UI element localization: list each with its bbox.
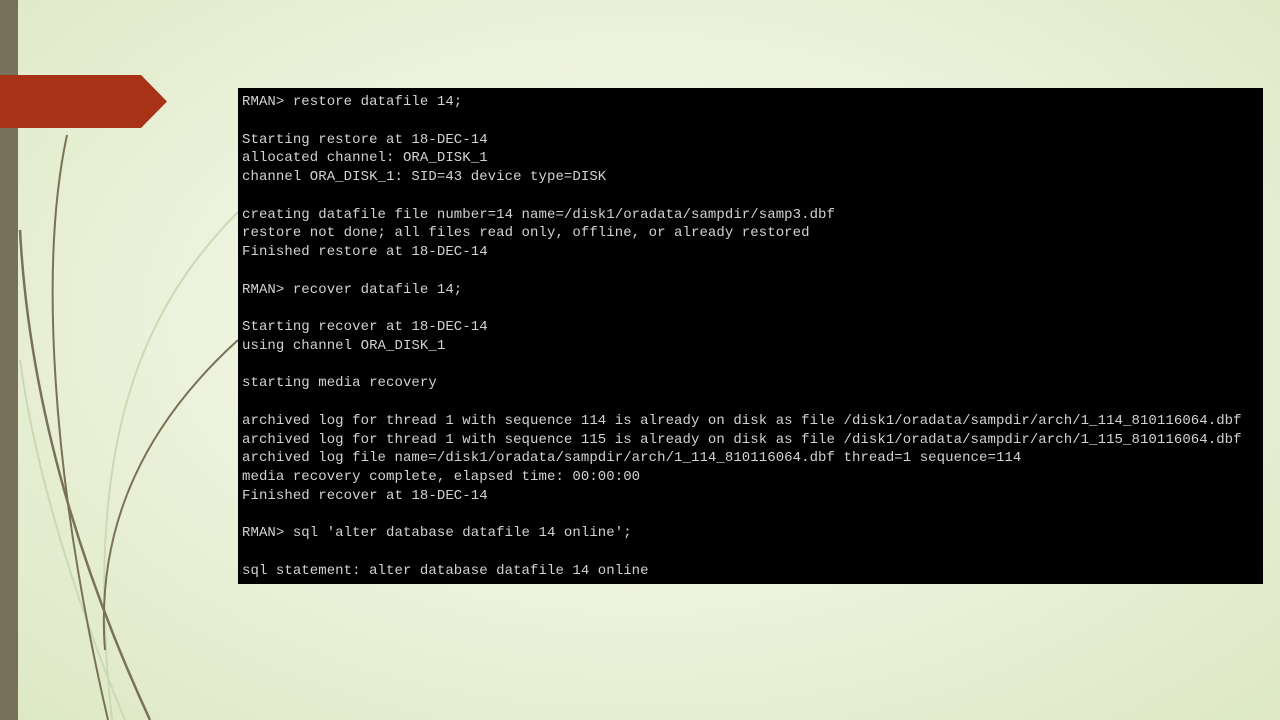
terminal-line: Starting recover at 18-DEC-14 [242,319,488,335]
decor-curve-light-1 [103,209,241,720]
terminal-line: restore not done; all files read only, o… [242,225,810,242]
terminal-line: allocated channel: ORA_DISK_1 [242,150,488,167]
decor-curve-dark-2 [18,229,152,720]
terminal-line: RMAN> sql 'alter database datafile 14 on… [242,525,632,542]
terminal-line: creating datafile file number=14 name=/d… [242,206,835,223]
terminal-line: channel ORA_DISK_1: SID=43 device type=D… [242,169,607,185]
terminal-line: media recovery complete, elapsed time: 0… [242,469,641,485]
decor-curve-dark-3 [102,339,239,651]
terminal-line: RMAN> restore datafile 14; [242,94,463,110]
decor-curve-dark-1 [51,134,109,720]
terminal-line: Starting restore at 18-DEC-14 [242,131,488,148]
terminal-screenshot: RMAN> restore datafile 14; Starting resto… [238,88,1263,584]
terminal-line: starting media recovery [242,375,437,392]
terminal-line: Finished recover at 18-DEC-14 [242,487,488,504]
terminal-line: using channel ORA_DISK_1 [242,337,446,354]
terminal-line: archived log file name=/disk1/oradata/sa… [242,450,1022,467]
accent-arrow-tab [0,75,167,128]
terminal-line: archived log for thread 1 with sequence … [242,412,1242,429]
terminal-line: archived log for thread 1 with sequence … [242,431,1242,448]
terminal-line: RMAN> recover datafile 14; [242,281,463,298]
terminal-line: sql statement: alter database datafile 1… [242,562,649,579]
terminal-line: Finished restore at 18-DEC-14 [242,244,488,260]
